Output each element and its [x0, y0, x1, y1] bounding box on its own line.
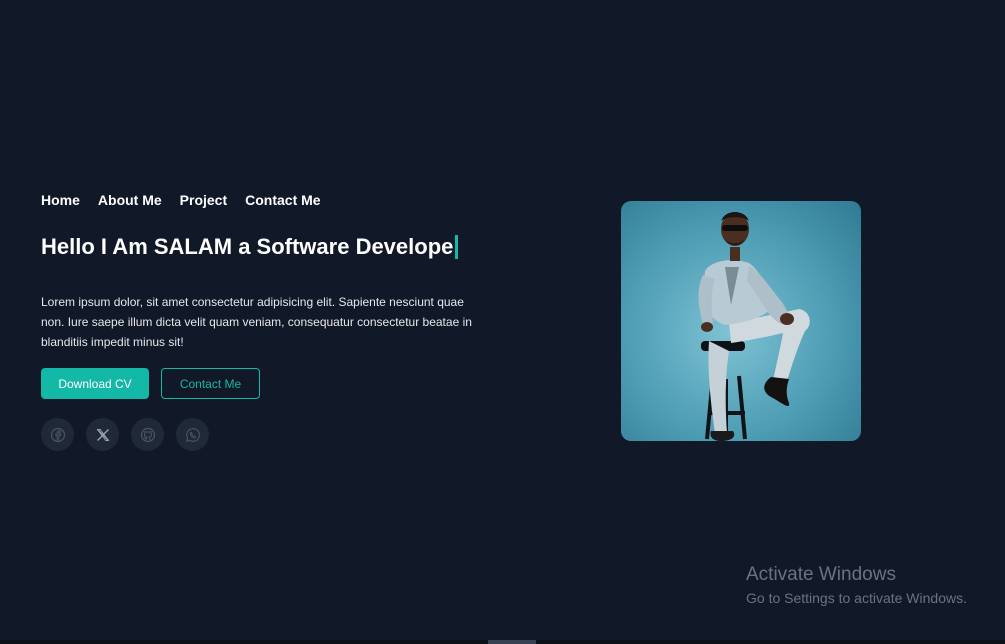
cta-buttons: Download CV Contact Me — [41, 368, 260, 399]
nav-contact-link[interactable]: Contact Me — [245, 192, 320, 208]
facebook-icon — [50, 427, 65, 442]
whatsapp-icon — [185, 427, 200, 442]
whatsapp-link[interactable] — [176, 418, 209, 451]
profile-photo — [621, 201, 861, 441]
main-nav: Home About Me Project Contact Me — [41, 192, 321, 208]
nav-about-link[interactable]: About Me — [98, 192, 162, 208]
nav-home-link[interactable]: Home — [41, 192, 80, 208]
contact-me-button[interactable]: Contact Me — [161, 368, 260, 399]
nav-project-link[interactable]: Project — [180, 192, 227, 208]
person-illustration — [698, 212, 810, 441]
github-link[interactable] — [131, 418, 164, 451]
hero-title: Hello I Am SALAM a Software Develope — [41, 234, 454, 259]
typing-caret — [455, 235, 459, 259]
windows-activation-watermark: Activate Windows Go to Settings to activ… — [746, 564, 967, 606]
social-links — [41, 418, 209, 451]
watermark-subtitle: Go to Settings to activate Windows. — [746, 590, 967, 606]
portfolio-page: Home About Me Project Contact Me Hello I… — [0, 0, 1005, 644]
hero-description: Lorem ipsum dolor, sit amet consectetur … — [41, 295, 472, 349]
facebook-link[interactable] — [41, 418, 74, 451]
taskbar-indicator — [488, 640, 536, 644]
x-icon — [96, 428, 109, 441]
x-link[interactable] — [86, 418, 119, 451]
download-cv-button[interactable]: Download CV — [41, 368, 149, 399]
watermark-title: Activate Windows — [746, 564, 896, 585]
github-icon — [140, 427, 155, 442]
hero-title-wrapper: Hello I Am SALAM a Software Develope — [41, 234, 459, 260]
